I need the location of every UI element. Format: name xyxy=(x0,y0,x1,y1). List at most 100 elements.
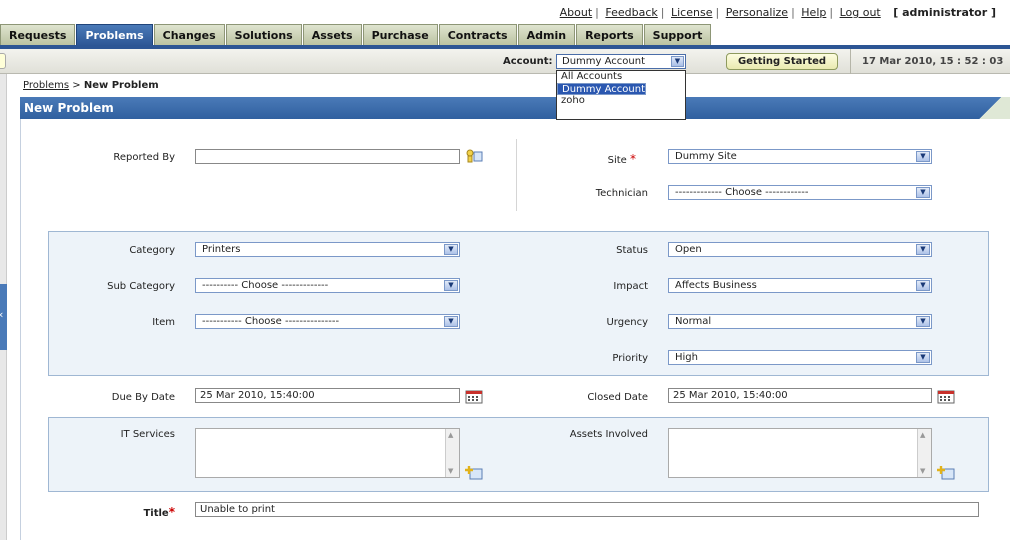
feedback-link[interactable]: Feedback xyxy=(605,6,657,19)
account-option-selected[interactable]: Dummy Account xyxy=(557,83,646,95)
due-by-date-input[interactable]: 25 Mar 2010, 15:40:00 xyxy=(195,388,460,403)
required-marker: * xyxy=(168,505,175,519)
requester-lookup-icon[interactable] xyxy=(465,149,483,163)
left-collapse-handle[interactable] xyxy=(0,53,6,69)
main-tab-bar: Requests Problems Changes Solutions Asse… xyxy=(0,24,712,46)
impact-label: Impact xyxy=(613,281,648,292)
site-select[interactable]: Dummy Site ▼ xyxy=(668,149,932,164)
assets-involved-textarea[interactable]: ▲ ▼ xyxy=(668,428,932,478)
breadcrumb-current: New Problem xyxy=(83,80,159,91)
chevron-left-icon: ‹ xyxy=(0,308,3,321)
required-marker: * xyxy=(630,152,636,166)
site-label-text: Site xyxy=(607,155,627,166)
technician-select[interactable]: ------------- Choose ------------ ▼ xyxy=(668,185,932,200)
tab-solutions[interactable]: Solutions xyxy=(225,24,302,46)
form-header: New Problem xyxy=(20,97,1010,119)
item-select[interactable]: ----------- Choose --------------- ▼ xyxy=(195,314,460,329)
tab-support[interactable]: Support xyxy=(643,24,712,46)
account-label: Account: xyxy=(503,56,553,67)
site-select-value: Dummy Site xyxy=(675,151,737,162)
add-icon[interactable] xyxy=(465,466,483,480)
priority-select[interactable]: High ▼ xyxy=(668,350,932,365)
scrollbar[interactable]: ▲ ▼ xyxy=(917,429,931,477)
tab-contracts[interactable]: Contracts xyxy=(438,24,517,46)
clock: 17 Mar 2010, 15 : 52 : 03 xyxy=(862,56,1004,67)
account-select[interactable]: Dummy Account ▼ xyxy=(556,54,686,69)
tab-changes[interactable]: Changes xyxy=(153,24,225,46)
title-label: Title* xyxy=(55,505,175,519)
tab-requests[interactable]: Requests xyxy=(0,24,76,46)
personalize-link[interactable]: Personalize xyxy=(726,6,788,19)
it-services-label: IT Services xyxy=(120,429,175,440)
form-title: New Problem xyxy=(24,101,114,115)
chevron-down-icon: ▼ xyxy=(916,151,930,162)
sub-category-label: Sub Category xyxy=(107,281,175,292)
technician-select-value: ------------- Choose ------------ xyxy=(675,187,809,198)
priority-label: Priority xyxy=(612,353,648,364)
reported-by-label: Reported By xyxy=(113,152,175,163)
top-links: About | Feedback | License | Personalize | H… xyxy=(559,6,996,19)
urgency-label: Urgency xyxy=(606,317,648,328)
tab-assets[interactable]: Assets xyxy=(302,24,362,46)
reported-by-input[interactable] xyxy=(195,149,460,164)
divider xyxy=(850,49,851,74)
account-option[interactable]: All Accounts xyxy=(557,71,685,83)
item-select-value: ----------- Choose --------------- xyxy=(202,316,340,327)
technician-label: Technician xyxy=(595,188,648,199)
header-corner-decoration xyxy=(970,97,1010,119)
urgency-select-value: Normal xyxy=(675,316,712,327)
sub-category-select-value: ---------- Choose ------------- xyxy=(202,280,329,291)
tab-reports[interactable]: Reports xyxy=(576,24,643,46)
logout-link[interactable]: Log out xyxy=(840,6,881,19)
tab-admin[interactable]: Admin xyxy=(517,24,576,46)
assets-involved-label: Assets Involved xyxy=(569,429,648,440)
impact-select[interactable]: Affects Business ▼ xyxy=(668,278,932,293)
calendar-icon[interactable] xyxy=(937,390,955,404)
chevron-down-icon: ▼ xyxy=(916,280,930,291)
status-label: Status xyxy=(616,245,648,256)
status-select-value: Open xyxy=(675,244,702,255)
chevron-down-icon: ▼ xyxy=(444,280,458,291)
category-label: Category xyxy=(129,245,175,256)
breadcrumb-problems-link[interactable]: Problems xyxy=(23,80,69,91)
it-services-textarea[interactable]: ▲ ▼ xyxy=(195,428,460,478)
current-user: [ administrator ] xyxy=(893,6,996,19)
impact-select-value: Affects Business xyxy=(675,280,757,291)
chevron-down-icon: ▼ xyxy=(671,56,684,67)
site-label: Site * xyxy=(516,152,636,166)
getting-started-button[interactable]: Getting Started xyxy=(726,53,838,70)
category-select[interactable]: Printers ▼ xyxy=(195,242,460,257)
add-icon[interactable] xyxy=(937,466,955,480)
left-panel-strip: ‹ xyxy=(0,74,7,540)
account-dropdown-list: All Accounts Dummy Account ManageEngine … xyxy=(556,70,686,120)
status-select[interactable]: Open ▼ xyxy=(668,242,932,257)
priority-select-value: High xyxy=(675,352,698,363)
chevron-down-icon: ▼ xyxy=(916,352,930,363)
chevron-down-icon: ▼ xyxy=(444,316,458,327)
category-select-value: Printers xyxy=(202,244,241,255)
sub-category-select[interactable]: ---------- Choose ------------- ▼ xyxy=(195,278,460,293)
title-input[interactable]: Unable to print xyxy=(195,502,979,517)
expand-handle[interactable]: ‹ xyxy=(0,284,7,350)
closed-date-label: Closed Date xyxy=(587,392,648,403)
account-option[interactable]: zoho xyxy=(557,95,685,107)
tab-problems[interactable]: Problems xyxy=(76,24,153,46)
help-link[interactable]: Help xyxy=(801,6,826,19)
calendar-icon[interactable] xyxy=(465,390,483,404)
license-link[interactable]: License xyxy=(671,6,712,19)
chevron-down-icon: ▼ xyxy=(444,244,458,255)
breadcrumb-separator: > xyxy=(72,80,81,91)
breadcrumb: Problems > New Problem xyxy=(23,80,159,91)
column-divider xyxy=(516,139,517,211)
account-select-value: Dummy Account xyxy=(562,56,645,67)
chevron-down-icon: ▼ xyxy=(916,244,930,255)
title-label-text: Title xyxy=(143,508,169,519)
chevron-down-icon: ▼ xyxy=(916,316,930,327)
due-by-date-label: Due By Date xyxy=(111,392,175,403)
account-bar: Account: Dummy Account ▼ Getting Started… xyxy=(0,49,1010,74)
about-link[interactable]: About xyxy=(560,6,593,19)
closed-date-input[interactable]: 25 Mar 2010, 15:40:00 xyxy=(668,388,932,403)
tab-purchase[interactable]: Purchase xyxy=(362,24,438,46)
urgency-select[interactable]: Normal ▼ xyxy=(668,314,932,329)
scrollbar[interactable]: ▲ ▼ xyxy=(445,429,459,477)
